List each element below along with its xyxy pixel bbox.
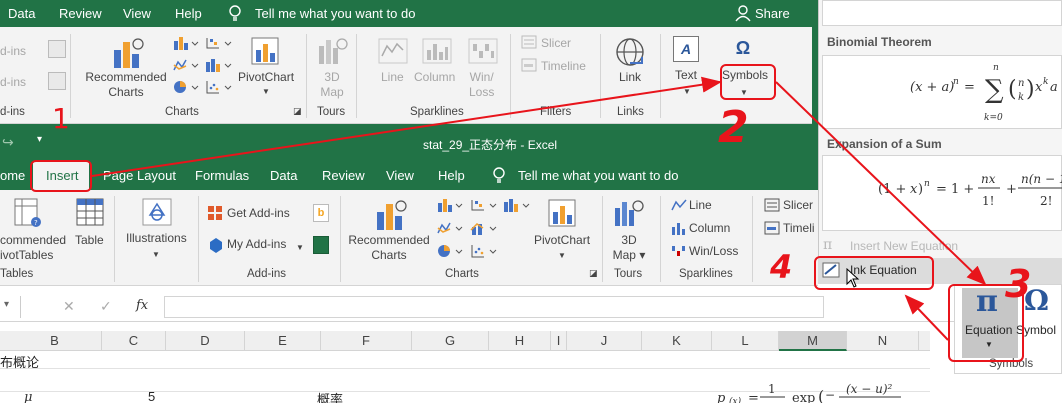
annotation-number-4: 4 [770,248,793,286]
annotation-number-3: 3 [1005,262,1032,306]
annotation-arrows [91,76,987,341]
annotation-number-2: 2 [718,102,749,153]
annotation-number-1: 1 [52,102,70,135]
